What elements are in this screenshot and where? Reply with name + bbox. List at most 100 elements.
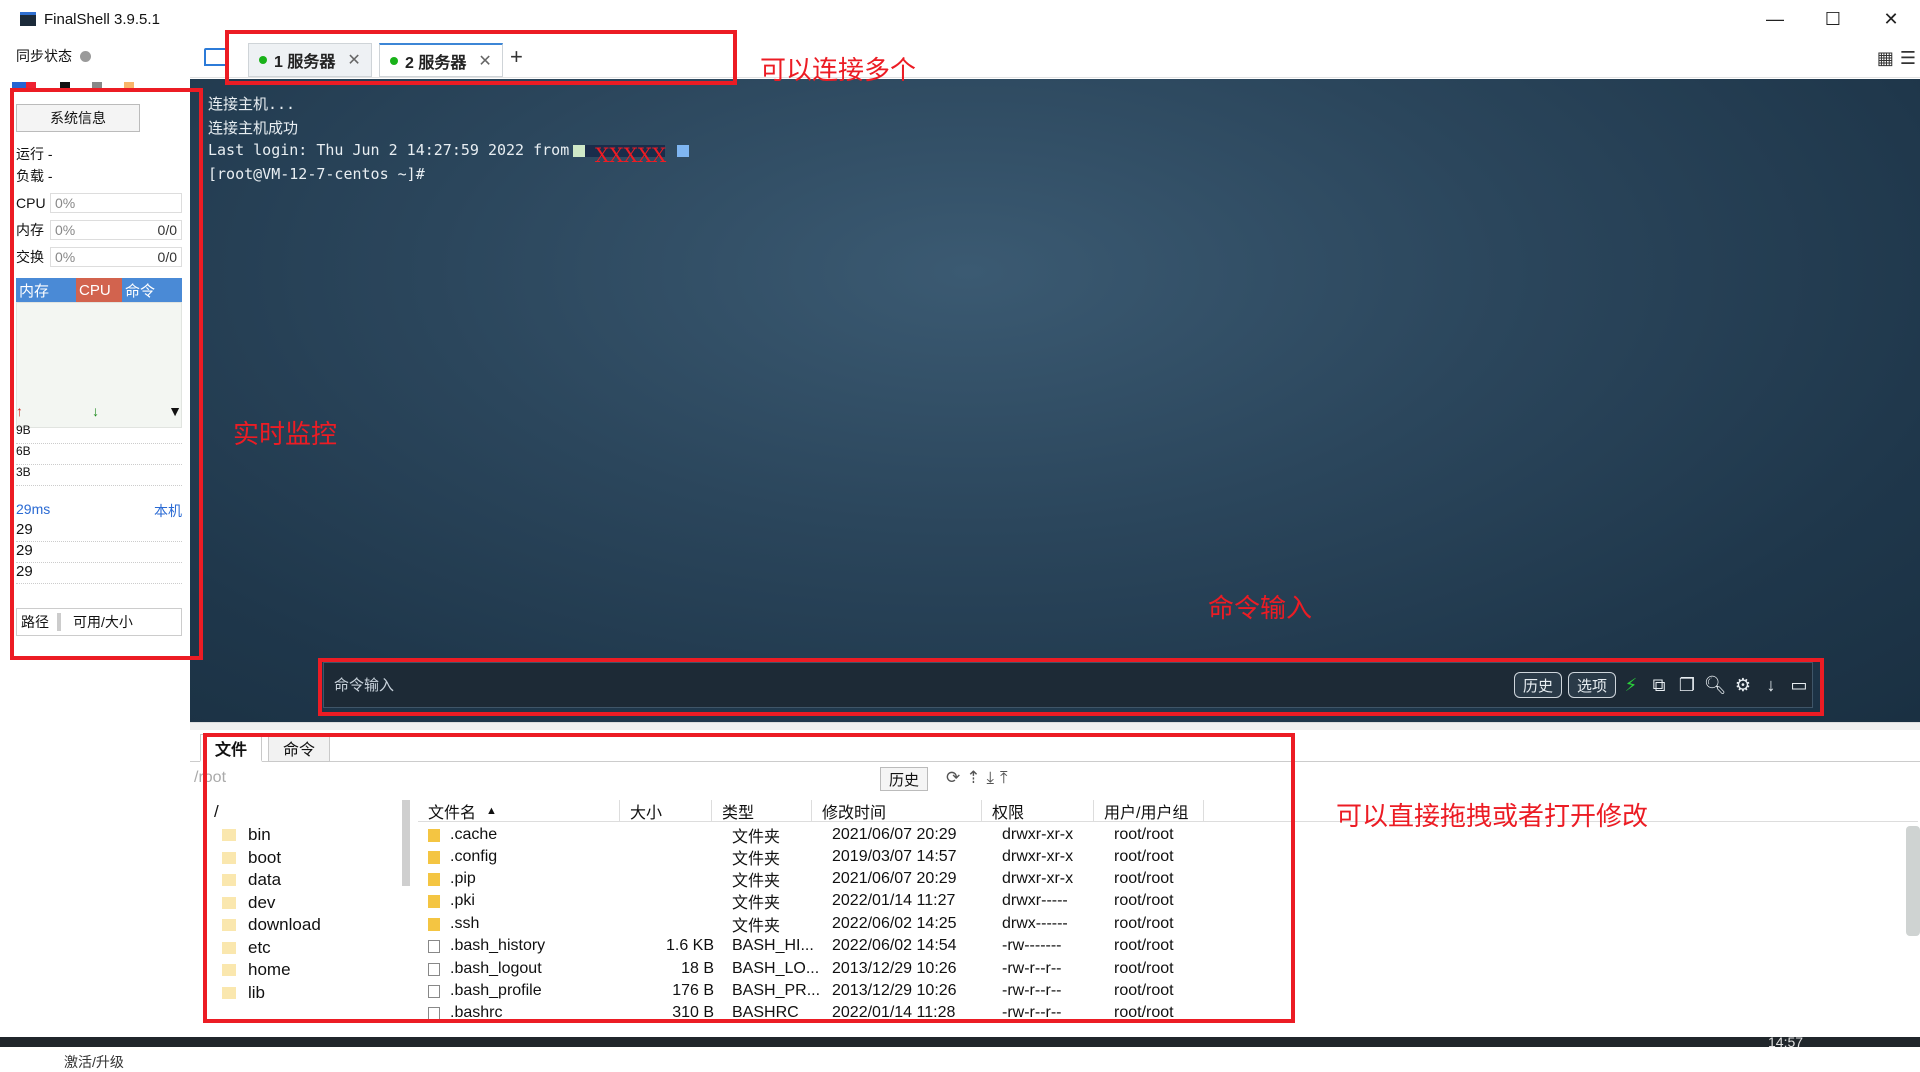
tree-item[interactable]: boot	[222, 848, 281, 868]
col-name[interactable]: 文件名 ▲	[418, 800, 620, 822]
gear-icon[interactable]: ⚙	[1730, 672, 1756, 698]
folder-icon	[222, 942, 236, 954]
tree-item[interactable]: download	[222, 915, 321, 935]
file-table-header: 文件名 ▲ 大小 类型 修改时间 权限 用户/用户组	[418, 800, 1918, 822]
network-header: ↑ ↓ ▼	[16, 403, 182, 419]
file-icon	[428, 939, 440, 953]
mem-label: 内存	[16, 222, 44, 238]
folder-icon	[428, 872, 440, 886]
taskbar-clock: 14:57	[1768, 1034, 1804, 1050]
net-tick: 6B	[16, 444, 182, 465]
table-row[interactable]: .cache 文件夹 2021/06/07 20:29 drwxr-xr-x root/…	[418, 824, 1218, 846]
terminal-line: 连接主机成功	[208, 119, 299, 137]
col-type[interactable]: 类型	[712, 800, 812, 822]
refresh-icon[interactable]: ⟳	[946, 768, 960, 788]
command-history-button[interactable]: 历史	[1513, 672, 1562, 698]
search-icon[interactable]: 🔍︎	[1702, 672, 1728, 698]
folder-icon	[222, 897, 236, 909]
window-icon[interactable]: ▭	[1786, 672, 1812, 698]
tree-item[interactable]: bin	[222, 825, 271, 845]
proc-col-mem[interactable]: 内存	[16, 278, 76, 302]
copy-icon[interactable]: ⧉	[1646, 672, 1672, 698]
table-row[interactable]: .bash_history 1.6 KB BASH_HI... 2022/06/02 …	[418, 935, 1218, 957]
sync-status-dot-icon	[80, 50, 91, 62]
arrow-down-icon[interactable]: ↓	[1758, 672, 1784, 698]
annotation-command-note: 命令输入	[1208, 594, 1313, 624]
sync-status-label: 同步状态	[16, 48, 72, 64]
tree-item[interactable]: dev	[222, 893, 275, 913]
disk-col-size[interactable]: 可用/大小	[69, 612, 133, 632]
tree-scrollbar[interactable]	[402, 800, 410, 886]
download-arrow-icon: ↓	[92, 403, 100, 419]
table-row[interactable]: .bashrc 310 B BASHRC 2022/01/14 11:28 -rw-r-…	[418, 1002, 1218, 1024]
proc-col-cpu[interactable]: CPU	[76, 278, 122, 302]
tree-item[interactable]: data	[222, 870, 281, 890]
tab-commands[interactable]: 命令	[268, 734, 331, 762]
close-tab-icon[interactable]: ✕	[478, 51, 491, 71]
minimize-button[interactable]: —	[1746, 0, 1804, 38]
path-history-button[interactable]: 历史	[880, 767, 929, 791]
right-side-handle[interactable]	[1906, 826, 1920, 936]
net-tick: 3B	[16, 465, 182, 486]
menu-icon[interactable]: ☰	[1900, 48, 1916, 69]
table-row[interactable]: .config 文件夹 2019/03/07 14:57 drwxr-xr-x root…	[418, 846, 1218, 868]
paste-icon[interactable]: ❐	[1674, 672, 1700, 698]
terminal-line: 连接主机...	[208, 95, 296, 113]
monitor-sidebar: 同步状态 系统信息 运行 - 负载 - CPU 0% 内存 0% 0/0 交换 0…	[0, 38, 190, 1070]
terminal-area[interactable]: 连接主机... 连接主机成功 Last login: Thu Jun 2 14:…	[190, 79, 1920, 722]
table-row[interactable]: .bash_logout 18 B BASH_LO... 2013/12/29 10:…	[418, 958, 1218, 980]
ping-host[interactable]: 本机	[154, 501, 182, 521]
tree-item[interactable]: etc	[222, 938, 271, 958]
open-folder-icon[interactable]	[204, 48, 228, 66]
close-tab-icon[interactable]: ✕	[347, 50, 360, 70]
upload-icon[interactable]: ⤒	[1000, 768, 1008, 788]
col-time[interactable]: 修改时间	[812, 800, 982, 822]
command-input[interactable]	[324, 665, 1508, 705]
table-row[interactable]: .pki 文件夹 2022/01/14 11:27 drwxr----- root/ro…	[418, 890, 1218, 912]
path-input[interactable]	[194, 766, 884, 790]
table-row[interactable]: .pip 文件夹 2021/06/07 20:29 drwxr-xr-x root/ro…	[418, 868, 1218, 890]
proc-col-cmd[interactable]: 命令	[122, 278, 182, 302]
maximize-button[interactable]: ☐	[1804, 0, 1862, 38]
col-user[interactable]: 用户/用户组	[1094, 800, 1204, 822]
tab-files[interactable]: 文件	[200, 734, 263, 762]
add-tab-icon[interactable]: +	[510, 44, 523, 70]
app-logo-icon	[20, 12, 36, 26]
ping-chart: 29 29 29	[16, 521, 182, 595]
tab-server-2[interactable]: 2 服务器 ✕	[379, 43, 503, 77]
disk-col-path[interactable]: 路径	[17, 612, 49, 632]
sort-asc-icon: ▲	[486, 804, 497, 817]
folder-icon	[428, 828, 440, 842]
grid-layout-icon[interactable]: ▦	[1877, 48, 1894, 69]
bottom-tab-bar: 文件 命令	[190, 732, 1920, 762]
table-row[interactable]: .ssh 文件夹 2022/06/02 14:25 drwx------ root/ro…	[418, 913, 1218, 935]
command-options-button[interactable]: 选项	[1567, 672, 1616, 698]
panel-splitter[interactable]	[190, 722, 1920, 730]
ping-header: 29ms 本机	[16, 501, 182, 521]
folder-icon	[428, 850, 440, 864]
tab-label: 2 服务器	[405, 54, 467, 72]
network-chart: 9B 6B 3B	[16, 423, 182, 503]
swap-meter: 交换 0% 0/0	[16, 246, 182, 268]
activate-upgrade-link[interactable]: 激活/升级	[64, 1052, 124, 1072]
tab-server-1[interactable]: 1 服务器 ✕	[248, 43, 372, 77]
folder-icon	[222, 852, 236, 864]
col-size[interactable]: 大小	[620, 800, 712, 822]
lightning-icon[interactable]: ⚡	[1618, 672, 1644, 698]
file-icon	[428, 1006, 440, 1020]
system-info-button[interactable]: 系统信息	[16, 104, 140, 132]
ping-value: 29	[16, 521, 182, 542]
table-row[interactable]: .bash_profile 176 B BASH_PR... 2013/12/29 1…	[418, 980, 1218, 1002]
download-icon[interactable]: ⤓	[987, 768, 995, 788]
swap-label: 交换	[16, 249, 44, 265]
sync-status: 同步状态	[16, 46, 91, 66]
tree-item[interactable]: home	[222, 960, 291, 980]
close-window-button[interactable]: ✕	[1862, 0, 1920, 38]
tree-item[interactable]: lib	[222, 983, 265, 1003]
network-dropdown-icon[interactable]: ▼	[168, 403, 182, 419]
parent-dir-icon[interactable]: ⇡	[966, 768, 980, 788]
process-table-header: 内存 CPU 命令	[16, 278, 182, 302]
connected-dot-icon	[259, 56, 267, 64]
tree-root[interactable]: /	[214, 802, 219, 822]
col-perm[interactable]: 权限	[982, 800, 1094, 822]
